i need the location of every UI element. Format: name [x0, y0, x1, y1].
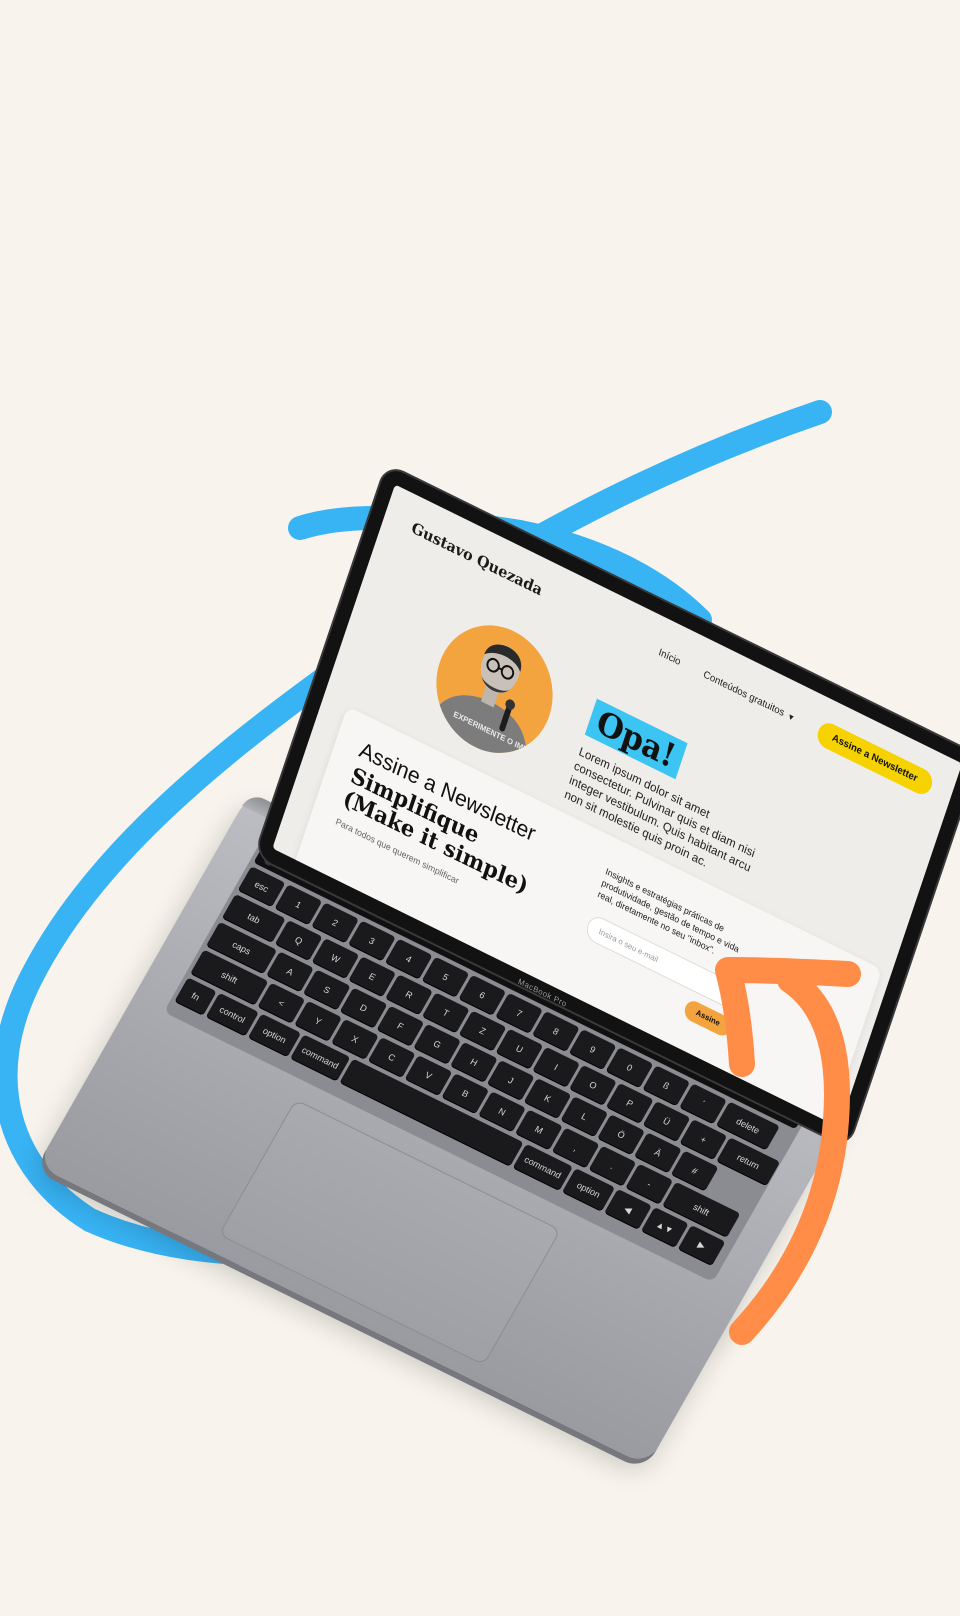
orange-arrow-decoration	[715, 957, 861, 1345]
